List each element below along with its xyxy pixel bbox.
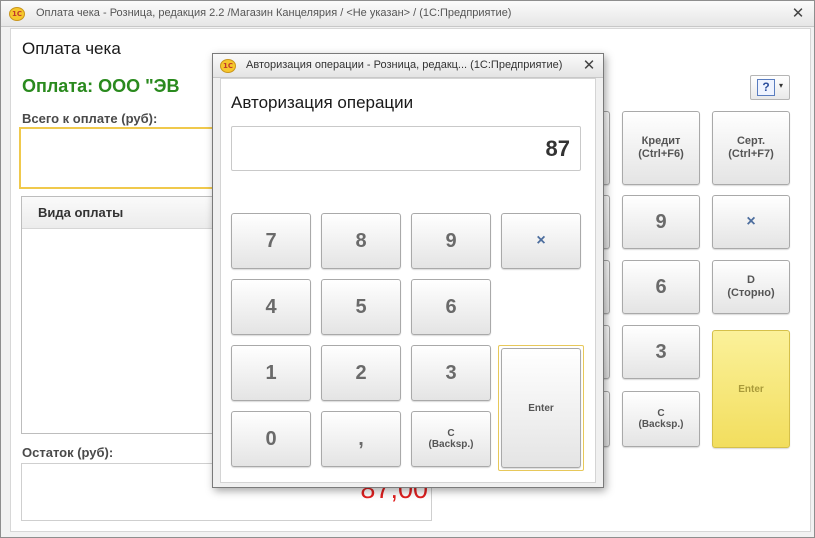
main-key-6[interactable]: 6 [622, 260, 700, 314]
help-icon: ? [757, 79, 775, 96]
app-logo-icon: 1С [9, 7, 25, 21]
certificate-button[interactable]: Серт. (Ctrl+F7) [712, 111, 790, 185]
chevron-down-icon: ▾ [779, 81, 784, 90]
help-button[interactable]: ? ▾ [750, 75, 790, 100]
main-close-button[interactable]: ✕ [788, 4, 808, 24]
enter-button[interactable]: Enter [501, 348, 581, 468]
form-title: Оплата чека [22, 39, 121, 58]
main-backspace-button[interactable]: C (Backsp.) [622, 391, 700, 447]
dialog-titlebar: 1С Авторизация операции - Розница, редак… [213, 54, 603, 78]
key-4[interactable]: 4 [231, 279, 311, 335]
credit-button[interactable]: Кредит (Ctrl+F6) [622, 111, 700, 185]
main-enter-button[interactable]: Enter [712, 330, 790, 448]
key-9[interactable]: 9 [411, 213, 491, 269]
main-titlebar: 1С Оплата чека - Розница, редакция 2.2 /… [1, 1, 814, 27]
key-2[interactable]: 2 [321, 345, 401, 401]
backspace-button[interactable]: C (Backsp.) [411, 411, 491, 467]
key-3[interactable]: 3 [411, 345, 491, 401]
remainder-label: Остаток (руб): [22, 445, 114, 460]
main-key-3[interactable]: 3 [622, 325, 700, 379]
key-5[interactable]: 5 [321, 279, 401, 335]
multiply-button[interactable]: × [501, 213, 581, 269]
key-0[interactable]: 0 [231, 411, 311, 467]
dialog-title: Авторизация операции - Розница, редакц..… [246, 59, 563, 71]
storno-button[interactable]: D (Сторно) [712, 260, 790, 314]
key-6[interactable]: 6 [411, 279, 491, 335]
dialog-heading: Авторизация операции [231, 93, 414, 112]
main-key-9[interactable]: 9 [622, 195, 700, 249]
total-label: Всего к оплате (руб): [22, 111, 158, 126]
key-8[interactable]: 8 [321, 213, 401, 269]
amount-input[interactable]: 87 [231, 126, 581, 171]
key-1[interactable]: 1 [231, 345, 311, 401]
dialog-close-button[interactable]: ✕ [579, 56, 599, 76]
main-window-title: Оплата чека - Розница, редакция 2.2 /Маг… [36, 7, 512, 19]
amount-value: 87 [545, 136, 570, 161]
comma-button[interactable]: , [321, 411, 401, 467]
dialog-logo-icon: 1С [220, 59, 236, 73]
payer-heading: Оплата: ООО "ЭВ [22, 76, 180, 96]
authorization-dialog: 1С Авторизация операции - Розница, редак… [212, 53, 604, 488]
main-multiply-button[interactable]: × [712, 195, 790, 249]
key-7[interactable]: 7 [231, 213, 311, 269]
dialog-body: Авторизация операции 87 7 8 9 × 4 5 6 1 … [220, 78, 596, 483]
